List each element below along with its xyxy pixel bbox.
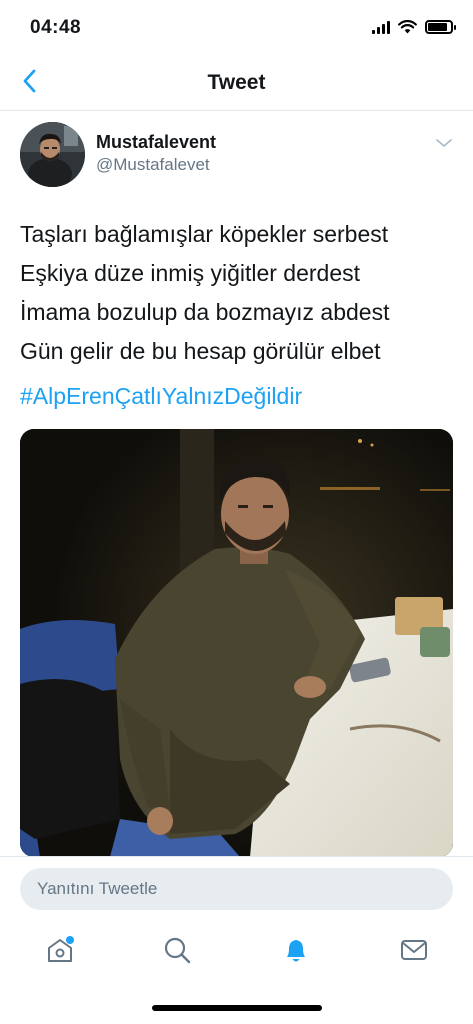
tweet-text-line: Taşları bağlamışlar köpekler serbest bbox=[20, 221, 389, 247]
page-title: Tweet bbox=[207, 71, 266, 94]
bell-icon bbox=[287, 940, 305, 962]
search-icon bbox=[164, 937, 191, 964]
tab-notifications[interactable] bbox=[278, 932, 314, 968]
mail-icon bbox=[401, 940, 427, 960]
status-icons bbox=[372, 20, 456, 34]
tweet-photo[interactable] bbox=[20, 429, 453, 857]
author-handle[interactable]: @Mustafalevet bbox=[96, 155, 210, 175]
tab-search[interactable] bbox=[159, 932, 195, 968]
reply-bar: Yanıtını Tweetle bbox=[0, 856, 473, 918]
chevron-down-icon bbox=[436, 139, 452, 147]
tweet-menu-button[interactable] bbox=[435, 136, 455, 150]
tab-messages[interactable] bbox=[396, 932, 432, 968]
wifi-icon bbox=[398, 20, 417, 34]
tweet-text-line: Eşkiya düze inmiş yiğitler derdest bbox=[20, 260, 361, 286]
tweet-text-line: İmama bozulup da bozmayız abdest bbox=[20, 299, 390, 325]
cellular-signal-icon bbox=[372, 20, 390, 34]
avatar-image bbox=[20, 122, 85, 187]
author-name[interactable]: Mustafalevent bbox=[96, 132, 216, 153]
tweet-text: Taşları bağlamışlar köpekler serbest Eşk… bbox=[20, 215, 460, 371]
home-icon bbox=[48, 936, 74, 962]
photo-image bbox=[20, 429, 453, 857]
notification-dot bbox=[66, 936, 74, 944]
hashtag-link[interactable]: #AlpErenÇatlıYalnızDeğildir bbox=[20, 383, 302, 410]
avatar[interactable] bbox=[20, 122, 85, 187]
tweet-text-line: Gün gelir de bu hesap görülür elbet bbox=[20, 338, 381, 364]
home-indicator bbox=[152, 1005, 322, 1011]
tab-home[interactable] bbox=[42, 932, 78, 968]
status-bar: 04:48 bbox=[0, 0, 473, 54]
nav-bar: Tweet bbox=[0, 54, 473, 111]
battery-icon bbox=[425, 20, 456, 34]
status-time: 04:48 bbox=[30, 17, 82, 38]
tab-bar bbox=[0, 918, 473, 984]
reply-input[interactable]: Yanıtını Tweetle bbox=[20, 868, 453, 910]
